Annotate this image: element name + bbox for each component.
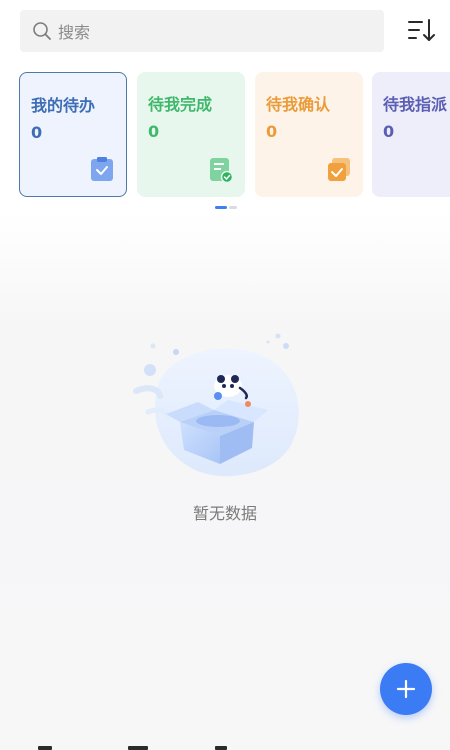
card-pending-completion[interactable]: 待我完成 0 — [137, 72, 245, 197]
add-task-button[interactable] — [380, 663, 432, 715]
card-count: 0 — [148, 122, 160, 141]
card-count: 0 — [383, 122, 395, 141]
empty-state-text: 暂无数据 — [192, 504, 257, 523]
tab-bar-fragment — [128, 746, 148, 750]
search-icon — [33, 22, 51, 40]
empty-box-illustration — [133, 333, 299, 477]
card-title: 待我确认 — [266, 95, 331, 114]
card-count: 0 — [31, 123, 43, 142]
bottom-tab-bar-edge — [0, 744, 450, 750]
card-pending-assignment[interactable]: 待我指派 0 — [372, 72, 450, 197]
search-placeholder: 搜索 — [58, 23, 91, 42]
task-category-cards: 我的待办 0 待我完成 0 待我确认 0 待我指派 0 — [19, 72, 450, 197]
carousel-indicator — [215, 206, 237, 209]
card-pending-confirmation[interactable]: 待我确认 0 — [255, 72, 363, 197]
clipboard-check-icon — [91, 157, 113, 181]
stack-check-icon — [328, 158, 350, 181]
search-input[interactable]: 搜索 — [20, 10, 384, 52]
card-title: 待我指派 — [383, 95, 448, 114]
card-title: 我的待办 — [31, 96, 96, 115]
document-check-icon — [210, 158, 233, 183]
top-bar: 搜索 — [20, 10, 436, 52]
card-count: 0 — [266, 122, 278, 141]
sort-descending-icon[interactable] — [408, 18, 436, 44]
indicator-active — [215, 206, 227, 209]
card-title: 待我完成 — [148, 95, 213, 114]
plus-icon — [396, 679, 416, 699]
tab-bar-fragment — [38, 746, 52, 750]
indicator-inactive — [229, 206, 237, 209]
tab-bar-fragment — [215, 746, 227, 750]
card-my-todo[interactable]: 我的待办 0 — [19, 72, 127, 197]
